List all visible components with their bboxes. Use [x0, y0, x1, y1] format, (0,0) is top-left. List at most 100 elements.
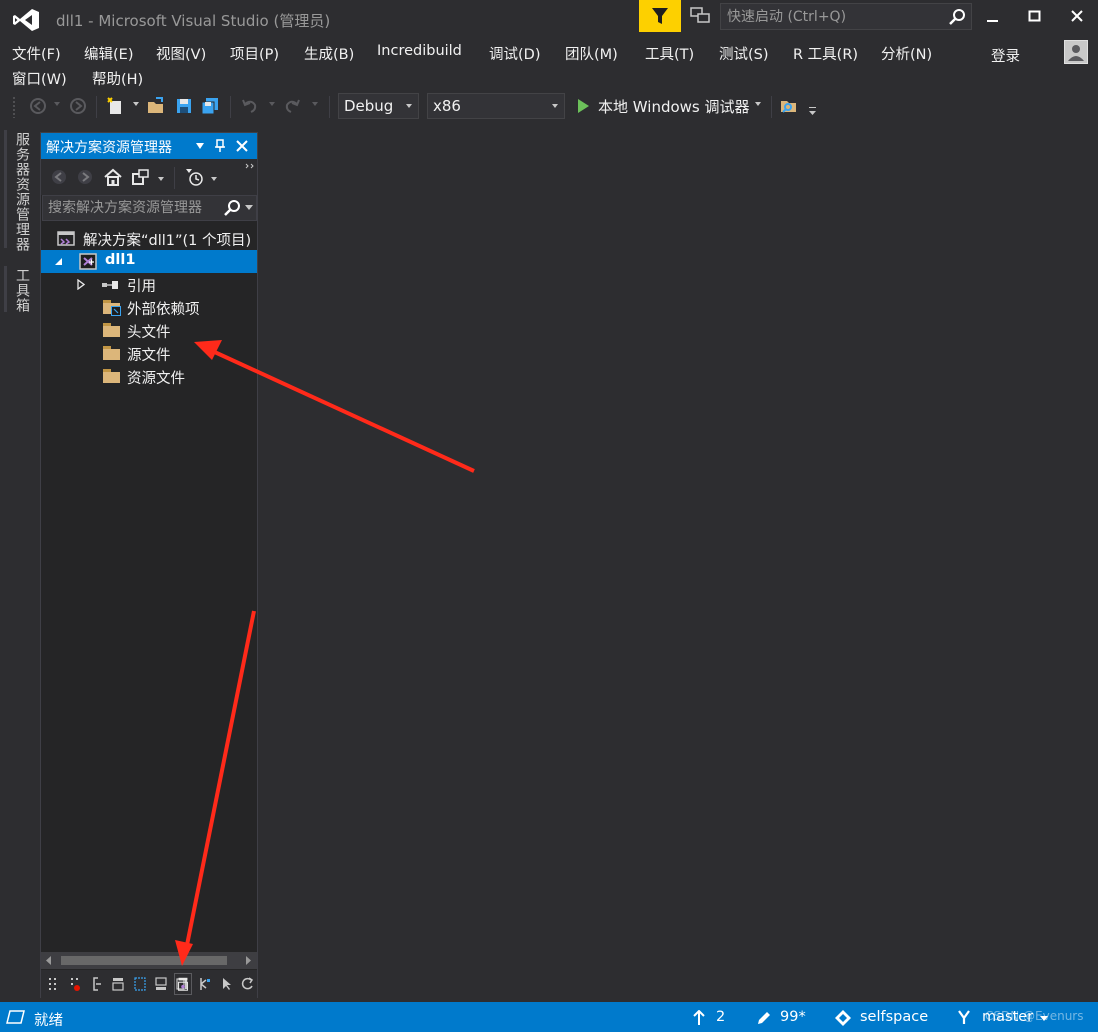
navigate-back-icon[interactable]: [28, 96, 48, 116]
tree-item-resource-files[interactable]: 资源文件: [41, 365, 257, 388]
redo-dropdown-arrow[interactable]: [312, 102, 318, 106]
tree-item-external-dependencies[interactable]: 外部依赖项: [41, 296, 257, 319]
horizontal-scrollbar[interactable]: [41, 952, 257, 969]
pencil-icon[interactable]: [756, 1010, 772, 1026]
menu-tools[interactable]: 工具(T): [645, 43, 694, 64]
menu-team[interactable]: 团队(M): [565, 43, 618, 64]
menu-incredibuild[interactable]: Incredibuild: [377, 43, 462, 59]
notification-filter-button[interactable]: [639, 0, 681, 32]
new-project-icon[interactable]: [106, 96, 126, 116]
tab-server-explorer[interactable]: 服务器资源管理器: [8, 132, 32, 252]
solution-configuration-select[interactable]: Debug: [338, 93, 419, 119]
refresh-icon[interactable]: [241, 975, 255, 993]
filter-dropdown-arrow[interactable]: [211, 177, 217, 181]
auto-hide-button[interactable]: [211, 136, 229, 156]
scrollbar-thumb[interactable]: [61, 956, 227, 965]
switch-views-dropdown-arrow[interactable]: [158, 177, 164, 181]
solution-explorer-header[interactable]: 解决方案资源管理器: [41, 133, 257, 159]
menu-project[interactable]: 项目(P): [230, 43, 279, 64]
menu-debug[interactable]: 调试(D): [489, 43, 540, 64]
back-dropdown-arrow[interactable]: [54, 102, 60, 106]
tree-item-header-files[interactable]: 头文件: [41, 319, 257, 342]
search-icon[interactable]: [947, 7, 967, 27]
navigate-forward-icon[interactable]: [68, 96, 88, 116]
chevron-down-icon: [552, 104, 558, 108]
minimize-button[interactable]: [974, 0, 1012, 32]
tree-item-label: 头文件: [127, 325, 171, 341]
forward-icon[interactable]: [75, 167, 95, 187]
tree-item-source-files[interactable]: 源文件: [41, 342, 257, 365]
close-panel-button[interactable]: [233, 136, 251, 156]
tree-item-project-dll1[interactable]: dll1: [41, 250, 257, 273]
git-branch-icon[interactable]: [955, 1008, 973, 1026]
solution-search-box[interactable]: [42, 195, 257, 221]
menu-help[interactable]: 帮助(H): [92, 68, 143, 89]
back-icon[interactable]: [49, 167, 69, 187]
menu-test[interactable]: 测试(S): [719, 43, 769, 64]
sign-in-link[interactable]: 登录: [991, 45, 1020, 66]
menu-view[interactable]: 视图(V): [156, 43, 206, 64]
left-tool-tabs: 服务器资源管理器 工具箱: [0, 130, 38, 990]
save-all-icon[interactable]: [200, 96, 220, 116]
search-options-dropdown-icon[interactable]: [245, 205, 253, 211]
pointer-icon[interactable]: [220, 975, 234, 993]
menu-file[interactable]: 文件(F): [12, 43, 61, 64]
save-icon[interactable]: [174, 96, 194, 116]
pending-changes-filter-icon[interactable]: [185, 168, 205, 188]
split-icon[interactable]: [198, 975, 212, 993]
switch-views-icon[interactable]: [131, 167, 151, 187]
home-icon[interactable]: [103, 167, 123, 187]
menu-edit[interactable]: 编辑(E): [84, 43, 133, 64]
menu-r-tools[interactable]: R 工具(R): [793, 43, 858, 64]
toolbar-separator: [329, 96, 330, 118]
search-icon[interactable]: [223, 199, 241, 217]
layout-top-icon[interactable]: [111, 975, 125, 993]
bracket-left-icon[interactable]: [90, 975, 104, 993]
menu-analyze[interactable]: 分析(N): [881, 43, 932, 64]
repository-name[interactable]: selfspace: [860, 1009, 928, 1025]
quick-launch-box[interactable]: [720, 3, 972, 30]
tab-toolbox[interactable]: 工具箱: [8, 268, 32, 313]
toolbar-options-icon[interactable]: [807, 106, 819, 116]
quick-launch-input[interactable]: [721, 4, 945, 29]
new-project-dropdown-arrow[interactable]: [133, 102, 139, 106]
layout-select-icon[interactable]: [133, 975, 147, 993]
repository-diamond-icon[interactable]: [834, 1009, 852, 1027]
remove-item-icon[interactable]: [68, 975, 82, 993]
toolbar-overflow-icon[interactable]: [245, 163, 255, 169]
scroll-right-arrow-icon[interactable]: [245, 956, 251, 965]
start-debugging-button[interactable]: 本地 Windows 调试器: [576, 95, 750, 117]
window-position-button[interactable]: [191, 136, 209, 156]
scroll-left-arrow-icon[interactable]: [46, 956, 52, 965]
find-in-files-icon[interactable]: [779, 96, 799, 116]
tree-item-solution[interactable]: 解决方案“dll1”(1 个项目): [41, 227, 257, 250]
open-file-icon[interactable]: [146, 96, 166, 116]
feedback-icon[interactable]: [688, 4, 712, 28]
folder-icon: [103, 369, 121, 384]
redo-icon[interactable]: [282, 96, 302, 116]
avatar[interactable]: [1064, 40, 1088, 64]
unpublished-commits-count[interactable]: 2: [716, 1009, 725, 1025]
collapsed-triangle-icon[interactable]: [77, 279, 85, 290]
expanded-triangle-icon[interactable]: [54, 257, 63, 266]
chevron-down-icon: [406, 104, 412, 108]
arrow-up-icon[interactable]: [692, 1010, 706, 1026]
active-layout-button-icon[interactable]: [174, 973, 192, 995]
pending-changes-count[interactable]: 99*: [780, 1009, 806, 1025]
solution-platform-select[interactable]: x86: [427, 93, 565, 119]
layout-bottom-icon[interactable]: [154, 975, 168, 993]
undo-icon[interactable]: [240, 96, 260, 116]
debug-target-dropdown-arrow[interactable]: [755, 102, 761, 106]
toolbar-grip[interactable]: [12, 96, 16, 118]
undo-dropdown-arrow[interactable]: [269, 102, 275, 106]
window-title: dll1 - Microsoft Visual Studio (管理员): [56, 12, 331, 30]
close-window-button[interactable]: [1058, 0, 1096, 32]
grid-dots-icon[interactable]: [46, 975, 60, 993]
tree-item-references[interactable]: 引用: [41, 273, 257, 296]
maximize-button[interactable]: [1016, 0, 1054, 32]
toolbar-separator: [174, 167, 175, 189]
solution-search-input[interactable]: [43, 196, 221, 220]
title-bar: dll1 - Microsoft Visual Studio (管理员): [0, 0, 1098, 38]
menu-build[interactable]: 生成(B): [304, 43, 354, 64]
menu-window[interactable]: 窗口(W): [12, 68, 67, 89]
